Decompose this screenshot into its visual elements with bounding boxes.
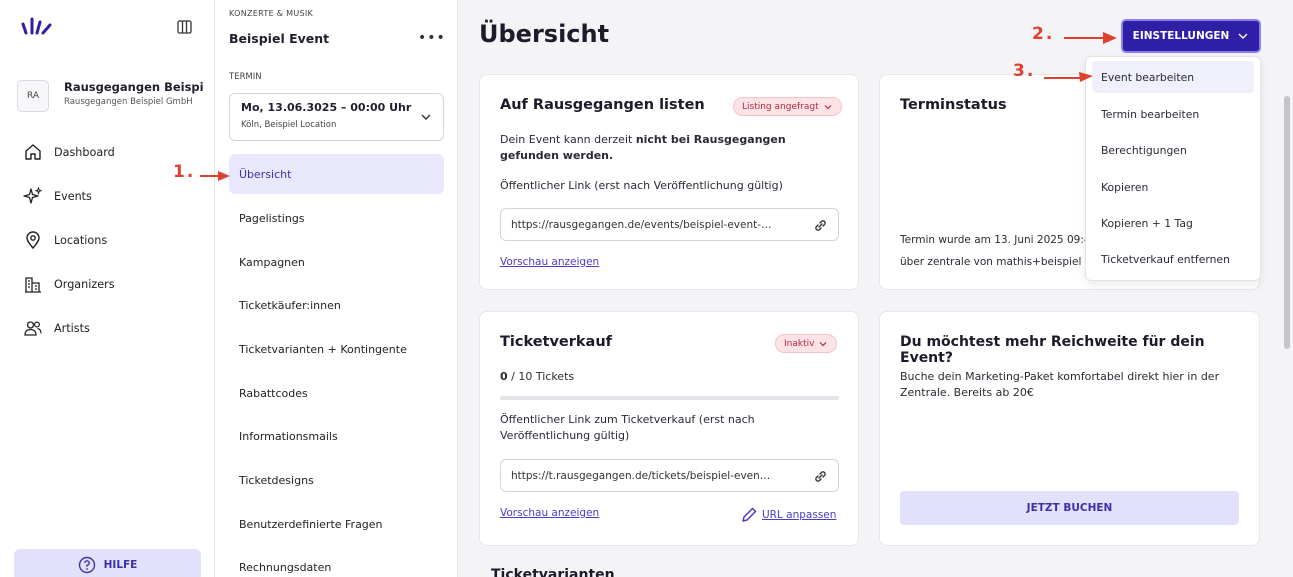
scrollbar-thumb[interactable] <box>1284 96 1290 349</box>
annotation-step-3: 3. <box>1013 61 1036 81</box>
sidebar-item-label: Events <box>54 189 92 203</box>
home-icon <box>25 144 41 160</box>
event-nav-informationsmails[interactable]: Informationsmails <box>229 416 444 456</box>
ticket-progress-bar <box>500 396 839 400</box>
badge-label: Listing angefragt <box>742 101 819 112</box>
account-org: Rausgegangen Beispiel GmbH <box>64 97 193 107</box>
event-nav-fragen[interactable]: Benutzerdefinierte Fragen <box>229 504 444 544</box>
sidebar-item-label: Locations <box>54 233 108 247</box>
event-sidebar: KONZERTE & MUSIK Beispiel Event ••• TERM… <box>215 0 458 577</box>
event-nav-ticketdesigns[interactable]: Ticketdesigns <box>229 460 444 500</box>
annotation-arrow-1 <box>200 171 230 181</box>
page-title: Übersicht <box>479 20 610 48</box>
termin-select[interactable]: Mo, 13.06.3025 – 00:00 Uhr Köln, Beispie… <box>229 93 444 141</box>
users-icon <box>24 321 42 336</box>
help-label: HILFE <box>103 559 138 571</box>
sidebar-item-events[interactable]: Events <box>23 184 203 208</box>
panel-toggle-icon[interactable] <box>177 20 192 34</box>
sidebar-item-organizers[interactable]: Organizers <box>23 272 203 296</box>
sidebar-item-locations[interactable]: Locations <box>23 228 203 252</box>
listing-link-label: Öffentlicher Link (erst nach Veröffentli… <box>500 179 783 192</box>
menu-item-kopieren-plus-tag[interactable]: Kopieren + 1 Tag <box>1092 207 1254 239</box>
event-nav-pagelistings[interactable]: Pagelistings <box>229 198 444 238</box>
badge-label: Inaktiv <box>784 338 815 349</box>
reichweite-text: Buche dein Marketing-Paket komfortabel d… <box>900 370 1220 399</box>
listing-status-badge[interactable]: Listing angefragt <box>733 97 842 116</box>
termin-location: Köln, Beispiel Location <box>241 120 337 130</box>
jetzt-buchen-button[interactable]: JETZT BUCHEN <box>900 491 1239 525</box>
ticket-status-badge[interactable]: Inaktiv <box>775 334 838 353</box>
terminstatus-line1: Termin wurde am 13. Juni 2025 09:4 <box>900 234 1091 246</box>
sparkles-icon <box>23 186 43 204</box>
chevron-down-icon <box>820 341 827 346</box>
listing-description: Dein Event kann derzeit nicht bei Rausge… <box>500 133 786 162</box>
listing-title: Auf Rausgegangen listen <box>500 97 705 113</box>
listing-link-value: https://rausgegangen.de/events/beispiel-… <box>511 218 772 231</box>
map-pin-icon <box>26 231 40 250</box>
sidebar-item-dashboard[interactable]: Dashboard <box>23 140 203 164</box>
chevron-down-icon <box>1238 33 1248 39</box>
event-nav-ticketkaeufer[interactable]: Ticketkäufer:innen <box>229 285 444 325</box>
sidebar-item-label: Artists <box>54 321 90 335</box>
chevron-down-icon <box>421 114 431 120</box>
question-circle-icon <box>78 556 95 574</box>
account-switcher[interactable]: RA Rausgegangen Beispiel… Rausgegangen B… <box>17 80 207 114</box>
event-name: Beispiel Event <box>229 31 330 46</box>
tickets-sold: 0 / 10 Tickets <box>500 370 575 383</box>
listing-card: Auf Rausgegangen listen Listing angefrag… <box>479 74 859 290</box>
event-nav-rechnungsdaten[interactable]: Rechnungsdaten <box>229 547 444 577</box>
link-icon[interactable] <box>813 469 828 484</box>
sidebar-item-label: Dashboard <box>54 145 115 159</box>
pencil-icon <box>742 507 757 522</box>
annotation-step-1: 1. <box>173 162 196 182</box>
terminstatus-line2: über zentrale von mathis+beispiel <box>900 256 1082 268</box>
chevron-down-icon <box>824 104 832 109</box>
reichweite-card: Du möchtest mehr Reichweite für dein Eve… <box>879 311 1260 546</box>
reichweite-title: Du möchtest mehr Reichweite für dein Eve… <box>900 334 1205 366</box>
sidebar-item-artists[interactable]: Artists <box>23 316 203 340</box>
ticketverkauf-card: Ticketverkauf Inaktiv 0 / 10 Tickets Öff… <box>479 311 859 546</box>
listing-link-field[interactable]: https://rausgegangen.de/events/beispiel-… <box>500 208 839 241</box>
help-button[interactable]: HILFE <box>14 549 201 577</box>
building-icon <box>25 277 41 293</box>
event-category: KONZERTE & MUSIK <box>229 9 314 18</box>
event-nav-ticketvarianten[interactable]: Ticketvarianten + Kontingente <box>229 329 444 369</box>
url-anpassen-label: URL anpassen <box>762 509 837 521</box>
ticket-link-field[interactable]: https://t.rausgegangen.de/tickets/beispi… <box>500 459 839 492</box>
main-sidebar: RA Rausgegangen Beispiel… Rausgegangen B… <box>0 0 215 577</box>
url-anpassen-link[interactable]: URL anpassen <box>740 506 836 524</box>
avatar: RA <box>17 80 49 112</box>
ticket-link-label: Öffentlicher Link zum Ticketverkauf (ers… <box>500 413 755 442</box>
annotation-arrow-3 <box>1044 72 1093 82</box>
more-options-icon[interactable]: ••• <box>418 30 446 46</box>
link-icon[interactable] <box>813 218 828 233</box>
termin-date: Mo, 13.06.3025 – 00:00 Uhr <box>241 101 412 114</box>
ticket-link-value: https://t.rausgegangen.de/tickets/beispi… <box>511 469 771 482</box>
menu-item-ticketverkauf-entfernen[interactable]: Ticketverkauf entfernen <box>1092 243 1254 275</box>
event-nav-rabattcodes[interactable]: Rabattcodes <box>229 373 444 413</box>
menu-item-berechtigungen[interactable]: Berechtigungen <box>1092 134 1254 166</box>
ticketvarianten-heading[interactable]: Ticketvarianten <box>491 567 615 577</box>
menu-item-kopieren[interactable]: Kopieren <box>1092 171 1254 203</box>
listing-preview-link[interactable]: Vorschau anzeigen <box>500 256 599 268</box>
account-name: Rausgegangen Beispiel… <box>64 80 204 94</box>
einstellungen-menu: Event bearbeiten Termin bearbeiten Berec… <box>1085 56 1261 281</box>
event-nav-kampagnen[interactable]: Kampagnen <box>229 242 444 282</box>
sidebar-item-label: Organizers <box>54 277 115 291</box>
annotation-arrow-2 <box>1064 32 1117 44</box>
menu-item-termin-bearbeiten[interactable]: Termin bearbeiten <box>1092 98 1254 130</box>
terminstatus-title: Terminstatus <box>900 97 1007 113</box>
annotation-step-2: 2. <box>1032 24 1055 44</box>
ticketverkauf-title: Ticketverkauf <box>500 334 612 350</box>
einstellungen-button[interactable]: EINSTELLUNGEN <box>1121 19 1261 53</box>
einstellungen-label: EINSTELLUNGEN <box>1132 30 1230 42</box>
event-nav-uebersicht[interactable]: Übersicht <box>229 154 444 194</box>
menu-item-event-bearbeiten[interactable]: Event bearbeiten <box>1092 61 1254 93</box>
termin-label: TERMIN <box>229 72 262 82</box>
rausgegangen-logo-icon[interactable] <box>20 16 54 39</box>
ticket-preview-link[interactable]: Vorschau anzeigen <box>500 507 599 519</box>
